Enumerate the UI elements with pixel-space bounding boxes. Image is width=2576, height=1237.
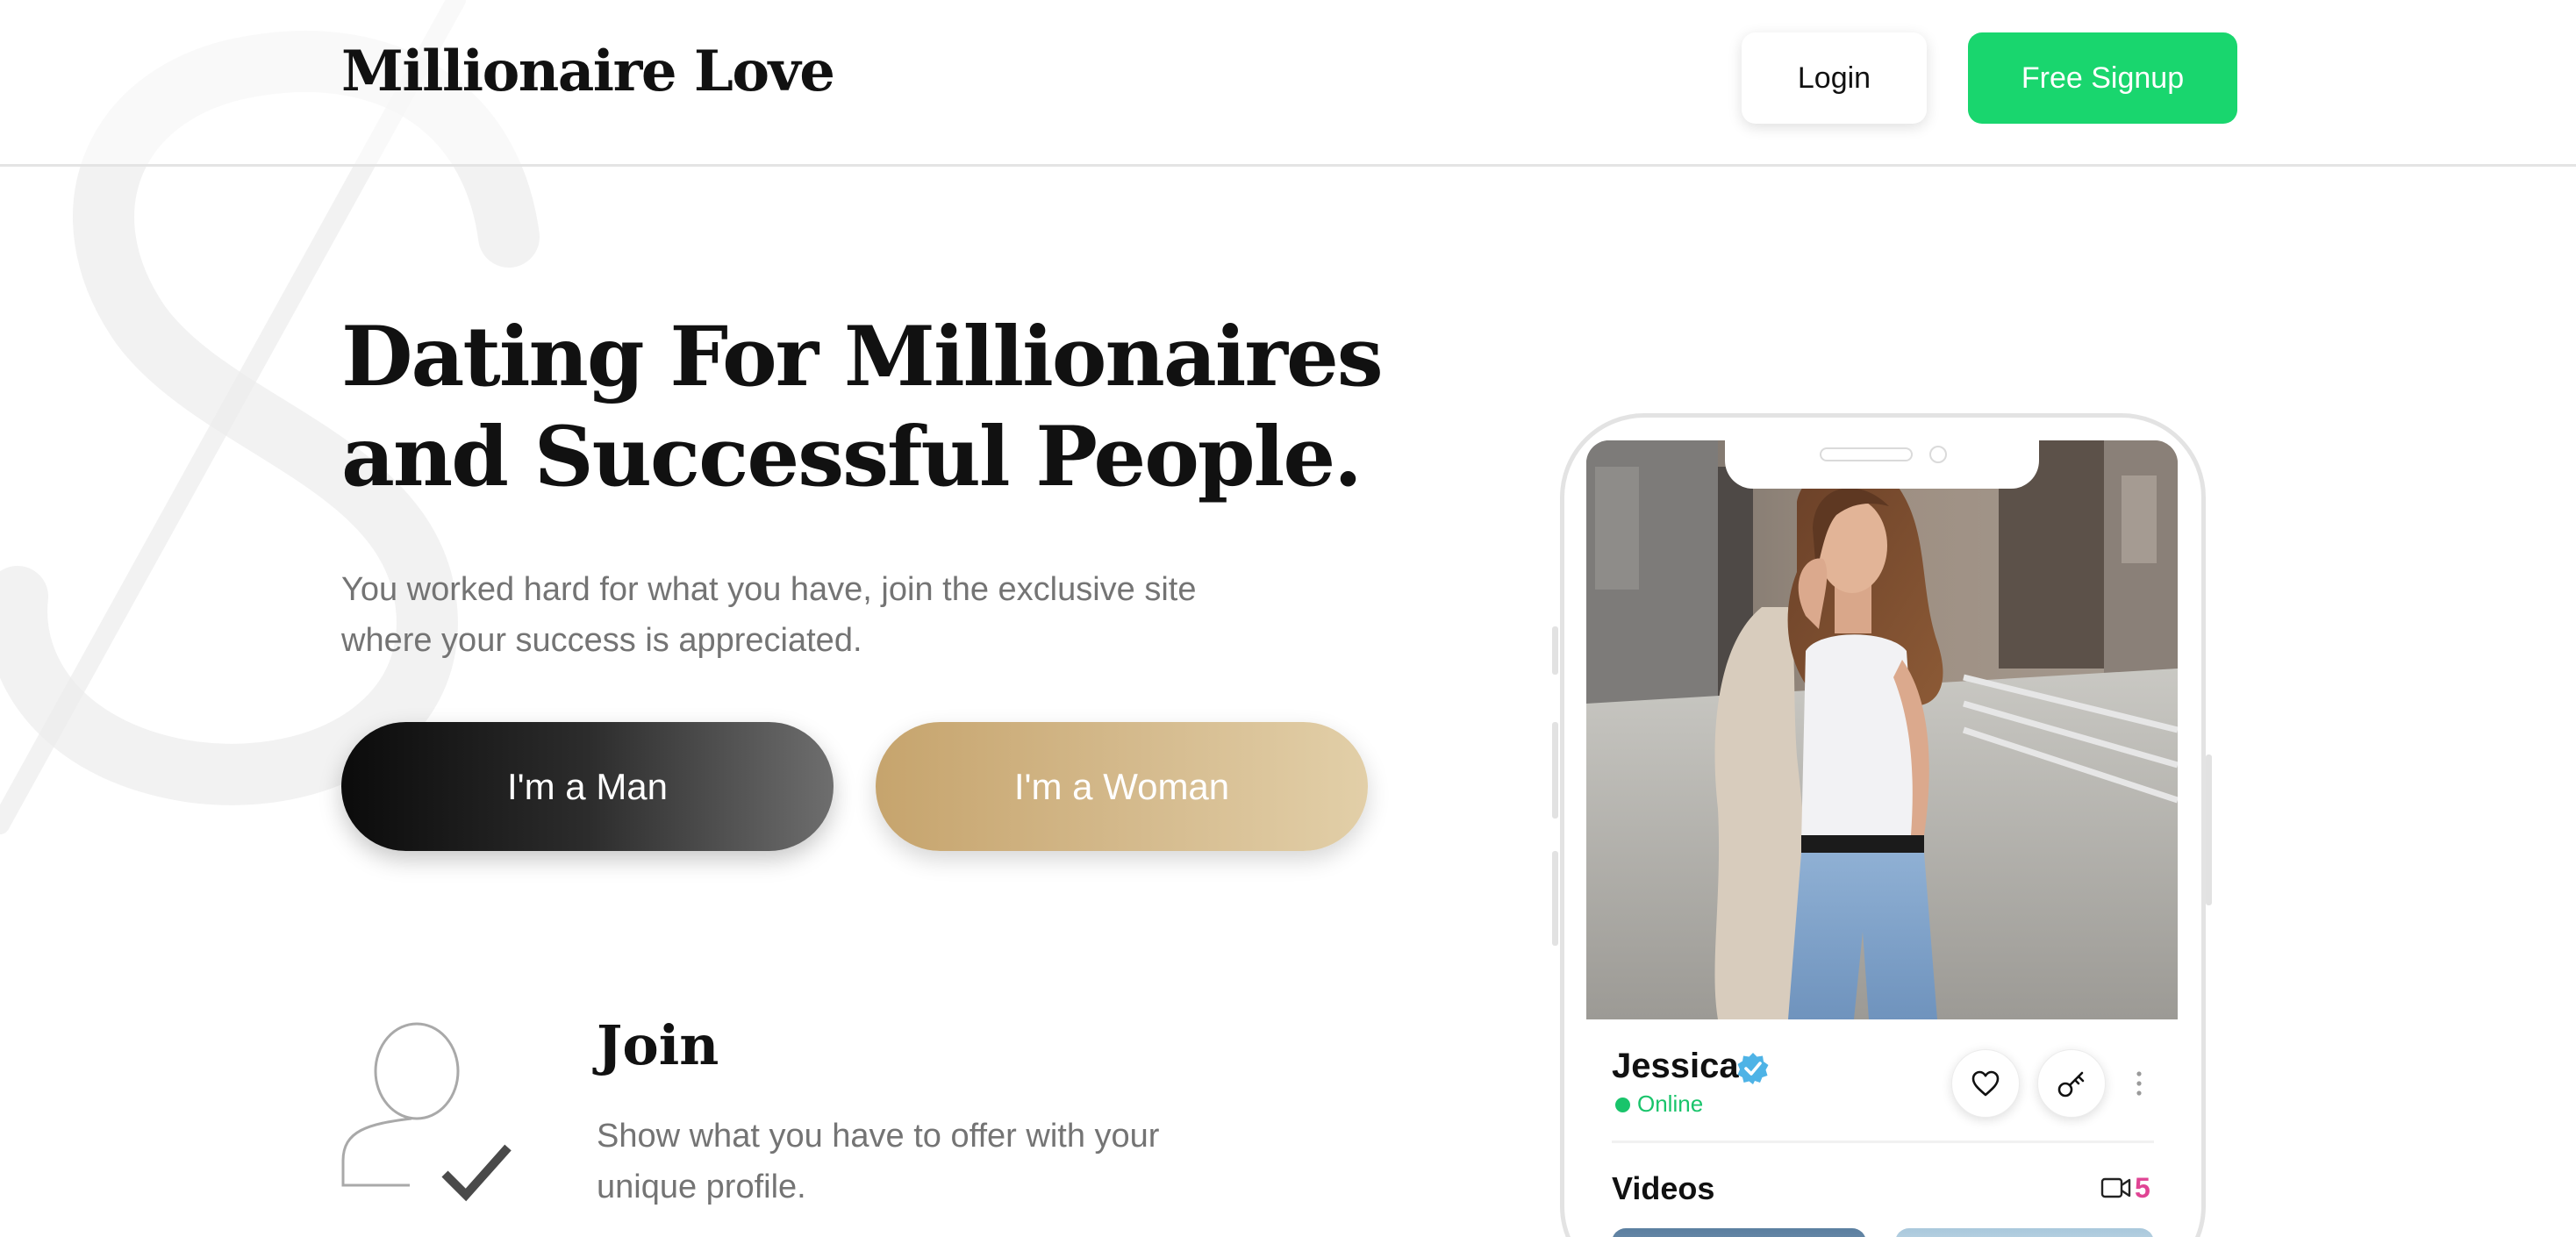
like-button[interactable] (1951, 1049, 2020, 1118)
online-status-label: Online (1637, 1090, 1704, 1117)
free-signup-button[interactable]: Free Signup (1968, 32, 2237, 124)
phone-notch (1725, 438, 2039, 489)
im-a-woman-button[interactable]: I'm a Woman (876, 722, 1368, 851)
verified-badge-icon (1737, 1053, 1769, 1084)
site-logo[interactable]: Millionaire Love (341, 39, 835, 104)
phone-speaker (1820, 447, 1913, 461)
key-icon (2057, 1071, 2085, 1098)
videos-count: 5 (2135, 1172, 2150, 1204)
join-feature-title: Join (597, 1013, 719, 1077)
online-status-dot (1615, 1098, 1630, 1112)
phone-side-button (1552, 722, 1558, 819)
phone-side-button (1552, 626, 1558, 675)
user-check-icon (341, 1022, 512, 1202)
login-button[interactable]: Login (1742, 32, 1927, 124)
video-camera-icon (2100, 1177, 2131, 1198)
videos-section-title: Videos (1612, 1170, 1715, 1206)
profile-photo[interactable] (1586, 440, 2178, 1019)
phone-side-button (2206, 754, 2212, 905)
profile-name[interactable]: Jessica (1612, 1047, 1739, 1086)
heart-icon (1971, 1070, 2000, 1097)
key-button[interactable] (2037, 1049, 2106, 1118)
join-feature-text: Show what you have to offer with your un… (597, 1118, 1160, 1205)
video-thumbnail[interactable] (1612, 1228, 1866, 1237)
profile-divider (1612, 1140, 2154, 1143)
video-thumbnail[interactable] (1895, 1228, 2154, 1237)
hero-subtitle: You worked hard for what you have, join … (341, 571, 1197, 659)
phone-side-button (1552, 851, 1558, 946)
hero-title: Dating For Millionaires and Successful P… (341, 309, 1384, 505)
im-a-man-button[interactable]: I'm a Man (341, 722, 834, 851)
phone-camera (1929, 446, 1947, 463)
more-vertical-icon[interactable] (2130, 1069, 2148, 1098)
